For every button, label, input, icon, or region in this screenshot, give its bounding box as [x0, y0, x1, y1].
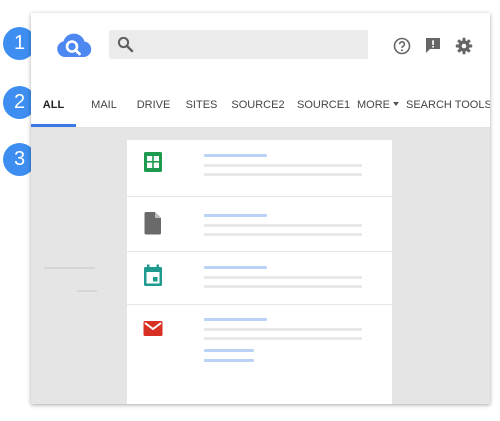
result-snippet-line	[204, 233, 362, 236]
tab-label: SEARCH TOOLS	[406, 99, 490, 111]
result-snippet-line	[204, 276, 362, 279]
search-app-window: ALL MAIL DRIVE SITES SOURCE2 SOURCE1 MOR…	[31, 13, 490, 404]
feedback-icon[interactable]	[424, 36, 442, 54]
tab-label: SITES	[185, 99, 218, 111]
tab-all[interactable]: ALL	[31, 77, 76, 127]
results-area	[31, 128, 490, 404]
result-snippet-line	[204, 337, 362, 340]
result-title-line	[204, 266, 267, 269]
result-snippet-line	[204, 285, 362, 288]
results-list	[127, 140, 392, 404]
search-bar[interactable]	[109, 30, 368, 59]
settings-icon[interactable]	[455, 37, 473, 55]
mail-icon	[143, 321, 163, 336]
tab-sites[interactable]: SITES	[184, 77, 219, 127]
tab-more[interactable]: MORE	[357, 77, 399, 127]
tab-source1[interactable]: SOURCE1	[297, 77, 351, 127]
placeholder-line	[77, 290, 97, 292]
result-snippet-line	[204, 164, 362, 167]
result-snippet-line	[204, 328, 362, 331]
result-title-line	[204, 154, 267, 157]
search-input[interactable]	[143, 34, 365, 57]
tab-bar: ALL MAIL DRIVE SITES SOURCE2 SOURCE1 MOR…	[31, 77, 490, 128]
chevron-down-icon	[393, 102, 399, 107]
tab-label: SOURCE1	[297, 99, 351, 111]
result-item[interactable]	[127, 252, 392, 305]
tab-label: ALL	[42, 99, 65, 111]
search-icon	[117, 36, 134, 53]
result-snippet-line	[204, 224, 362, 227]
tab-source2[interactable]: SOURCE2	[231, 77, 285, 127]
result-link-line	[204, 349, 254, 352]
calendar-icon	[144, 264, 162, 286]
result-item[interactable]	[127, 140, 392, 197]
result-snippet-line	[204, 173, 362, 176]
tab-label: MAIL	[91, 99, 117, 111]
tab-drive[interactable]: DRIVE	[136, 77, 171, 127]
result-title-line	[204, 214, 267, 217]
cloud-search-logo-icon[interactable]	[56, 31, 92, 59]
tab-label: DRIVE	[136, 99, 171, 111]
help-icon[interactable]	[393, 37, 411, 55]
tab-label: SOURCE2	[231, 99, 285, 111]
document-icon	[144, 212, 161, 235]
active-tab-indicator	[31, 124, 76, 127]
result-item[interactable]	[127, 305, 392, 403]
placeholder-line	[44, 267, 95, 269]
result-title-line	[204, 318, 267, 321]
result-link-line	[204, 359, 254, 362]
sheets-icon	[144, 152, 162, 172]
app-header	[31, 13, 490, 77]
tab-mail[interactable]: MAIL	[89, 77, 119, 127]
tab-label: MORE	[357, 99, 390, 111]
tab-search-tools[interactable]: SEARCH TOOLS	[406, 77, 490, 127]
result-item[interactable]	[127, 197, 392, 252]
